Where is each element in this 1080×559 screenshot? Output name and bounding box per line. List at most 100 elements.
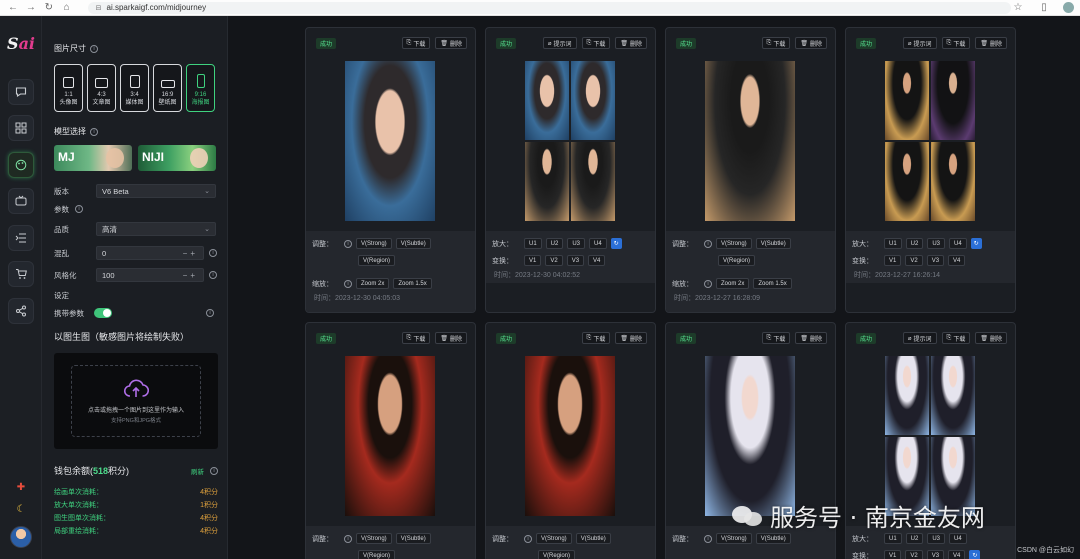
info-icon[interactable]: i — [206, 309, 214, 317]
info-icon[interactable]: i — [210, 466, 218, 475]
zoom-1-5x-button[interactable]: Zoom 1.5x — [393, 278, 432, 289]
delete-button[interactable]: 🗑 删除 — [435, 37, 467, 49]
u3-button[interactable]: U3 — [567, 238, 586, 249]
u2-button[interactable]: U2 — [545, 238, 564, 249]
moon-icon[interactable]: ☾ — [14, 502, 28, 516]
reroll-button[interactable]: ↻ — [610, 238, 622, 249]
stepper-icon[interactable]: −+ — [183, 271, 198, 280]
size-option-9-16[interactable]: 9:16 海报图 — [186, 64, 215, 112]
v2-button[interactable]: V2 — [545, 255, 563, 266]
version-select[interactable]: V6 Beta ⌄ — [96, 184, 216, 198]
v-strong-button[interactable]: V(Strong) — [356, 533, 392, 544]
u2-button[interactable]: U2 — [905, 533, 924, 544]
user-avatar[interactable] — [10, 526, 32, 548]
delete-button[interactable]: 🗑 删除 — [975, 332, 1007, 344]
prompt-button[interactable]: ⌀ 提示词 — [902, 37, 937, 49]
size-option-1-1[interactable]: 1:1 头像图 — [54, 64, 83, 112]
v-subtle-button[interactable]: V(Subtle) — [395, 238, 431, 249]
info-icon[interactable]: i — [90, 44, 98, 53]
reload-icon[interactable]: ↻ — [42, 1, 56, 15]
chat-nav-button[interactable] — [8, 79, 34, 105]
reroll-button[interactable]: ↻ — [970, 238, 982, 249]
generated-image-grid[interactable] — [885, 61, 975, 221]
v-region-button[interactable]: V(Region) — [718, 255, 756, 266]
zoom-1-5x-button[interactable]: Zoom 1.5x — [753, 278, 792, 289]
u4-button[interactable]: U4 — [589, 238, 607, 249]
generated-image-grid[interactable] — [885, 356, 975, 516]
v1-button[interactable]: V1 — [524, 255, 542, 266]
stylize-stepper[interactable]: 100 −+ — [96, 268, 204, 282]
generated-image[interactable] — [525, 356, 615, 516]
draw-nav-button[interactable] — [8, 152, 34, 178]
info-icon[interactable]: i — [344, 239, 352, 248]
u1-button[interactable]: U1 — [524, 238, 542, 249]
size-option-3-4[interactable]: 3:4 媒体图 — [120, 64, 149, 112]
info-icon[interactable]: i — [524, 534, 532, 543]
download-button[interactable]: ⎘ 下载 — [581, 37, 611, 49]
model-option-niji[interactable]: NIJI — [138, 145, 216, 171]
v4-button[interactable]: V4 — [948, 255, 966, 266]
v2-button[interactable]: V2 — [905, 255, 923, 266]
info-icon[interactable]: i — [90, 127, 98, 136]
v-region-button[interactable]: V(Region) — [538, 550, 576, 559]
upload-dropzone[interactable]: 点击或拖拽一个图片到这里作为输入 支持PNG和JPG格式 — [71, 365, 201, 437]
home-icon[interactable]: ⌂ — [60, 1, 74, 15]
v-strong-button[interactable]: V(Strong) — [356, 238, 392, 249]
u2-button[interactable]: U2 — [905, 238, 924, 249]
v-subtle-button[interactable]: V(Subtle) — [755, 533, 791, 544]
app-logo[interactable]: Sai — [7, 34, 35, 56]
quality-select[interactable]: 高清 ⌄ — [96, 222, 216, 236]
prompt-button[interactable]: ⌀ 提示词 — [902, 332, 937, 344]
v1-button[interactable]: V1 — [884, 255, 902, 266]
generated-image[interactable] — [345, 61, 435, 221]
v1-button[interactable]: V1 — [884, 550, 902, 559]
delete-button[interactable]: 🗑 删除 — [615, 37, 647, 49]
v4-button[interactable]: V4 — [948, 550, 966, 559]
forward-icon[interactable]: → — [24, 1, 38, 15]
generated-image[interactable] — [345, 356, 435, 516]
v-strong-button[interactable]: V(Strong) — [536, 533, 572, 544]
back-icon[interactable]: ← — [6, 1, 20, 15]
download-button[interactable]: ⎘ 下载 — [581, 332, 611, 344]
apps-nav-button[interactable] — [8, 115, 34, 141]
u4-button[interactable]: U4 — [949, 238, 967, 249]
v-subtle-button[interactable]: V(Subtle) — [575, 533, 611, 544]
v4-button[interactable]: V4 — [588, 255, 606, 266]
v2-button[interactable]: V2 — [905, 550, 923, 559]
u3-button[interactable]: U3 — [927, 533, 946, 544]
download-button[interactable]: ⎘ 下载 — [941, 332, 971, 344]
info-icon[interactable]: i — [209, 271, 217, 279]
download-button[interactable]: ⎘ 下载 — [401, 332, 431, 344]
info-icon[interactable]: i — [704, 279, 712, 288]
delete-button[interactable]: 🗑 删除 — [435, 332, 467, 344]
size-option-16-9[interactable]: 16:9 壁纸图 — [153, 64, 182, 112]
image-upload-area[interactable]: 点击或拖拽一个图片到这里作为输入 支持PNG和JPG格式 — [54, 353, 218, 449]
carry-params-toggle[interactable] — [94, 308, 112, 318]
sidebar-toggle-icon[interactable]: ▯ — [1037, 1, 1051, 15]
star-icon[interactable]: ☆ — [1011, 1, 1025, 15]
size-option-4-3[interactable]: 4:3 文章图 — [87, 64, 116, 112]
v-strong-button[interactable]: V(Strong) — [716, 533, 752, 544]
v-strong-button[interactable]: V(Strong) — [716, 238, 752, 249]
delete-button[interactable]: 🗑 删除 — [615, 332, 647, 344]
zoom-2x-button[interactable]: Zoom 2x — [716, 278, 750, 289]
delete-button[interactable]: 🗑 删除 — [975, 37, 1007, 49]
generated-image-grid[interactable] — [525, 61, 615, 221]
generated-image[interactable] — [705, 61, 795, 221]
prompt-button[interactable]: ⌀ 提示词 — [542, 37, 577, 49]
list-nav-button[interactable] — [8, 225, 34, 251]
u1-button[interactable]: U1 — [884, 238, 902, 249]
info-icon[interactable]: i — [344, 279, 352, 288]
generated-image[interactable] — [705, 356, 795, 516]
download-button[interactable]: ⎘ 下载 — [761, 332, 791, 344]
download-button[interactable]: ⎘ 下载 — [401, 37, 431, 49]
v3-button[interactable]: V3 — [566, 255, 585, 266]
u4-button[interactable]: U4 — [949, 533, 967, 544]
model-option-mj[interactable]: MJ — [54, 145, 132, 171]
chaos-stepper[interactable]: 0 −+ — [96, 246, 204, 260]
v3-button[interactable]: V3 — [926, 255, 945, 266]
shop-nav-button[interactable] — [8, 261, 34, 287]
stepper-icon[interactable]: −+ — [183, 249, 198, 258]
info-icon[interactable]: i — [75, 205, 83, 213]
v3-button[interactable]: V3 — [926, 550, 945, 559]
